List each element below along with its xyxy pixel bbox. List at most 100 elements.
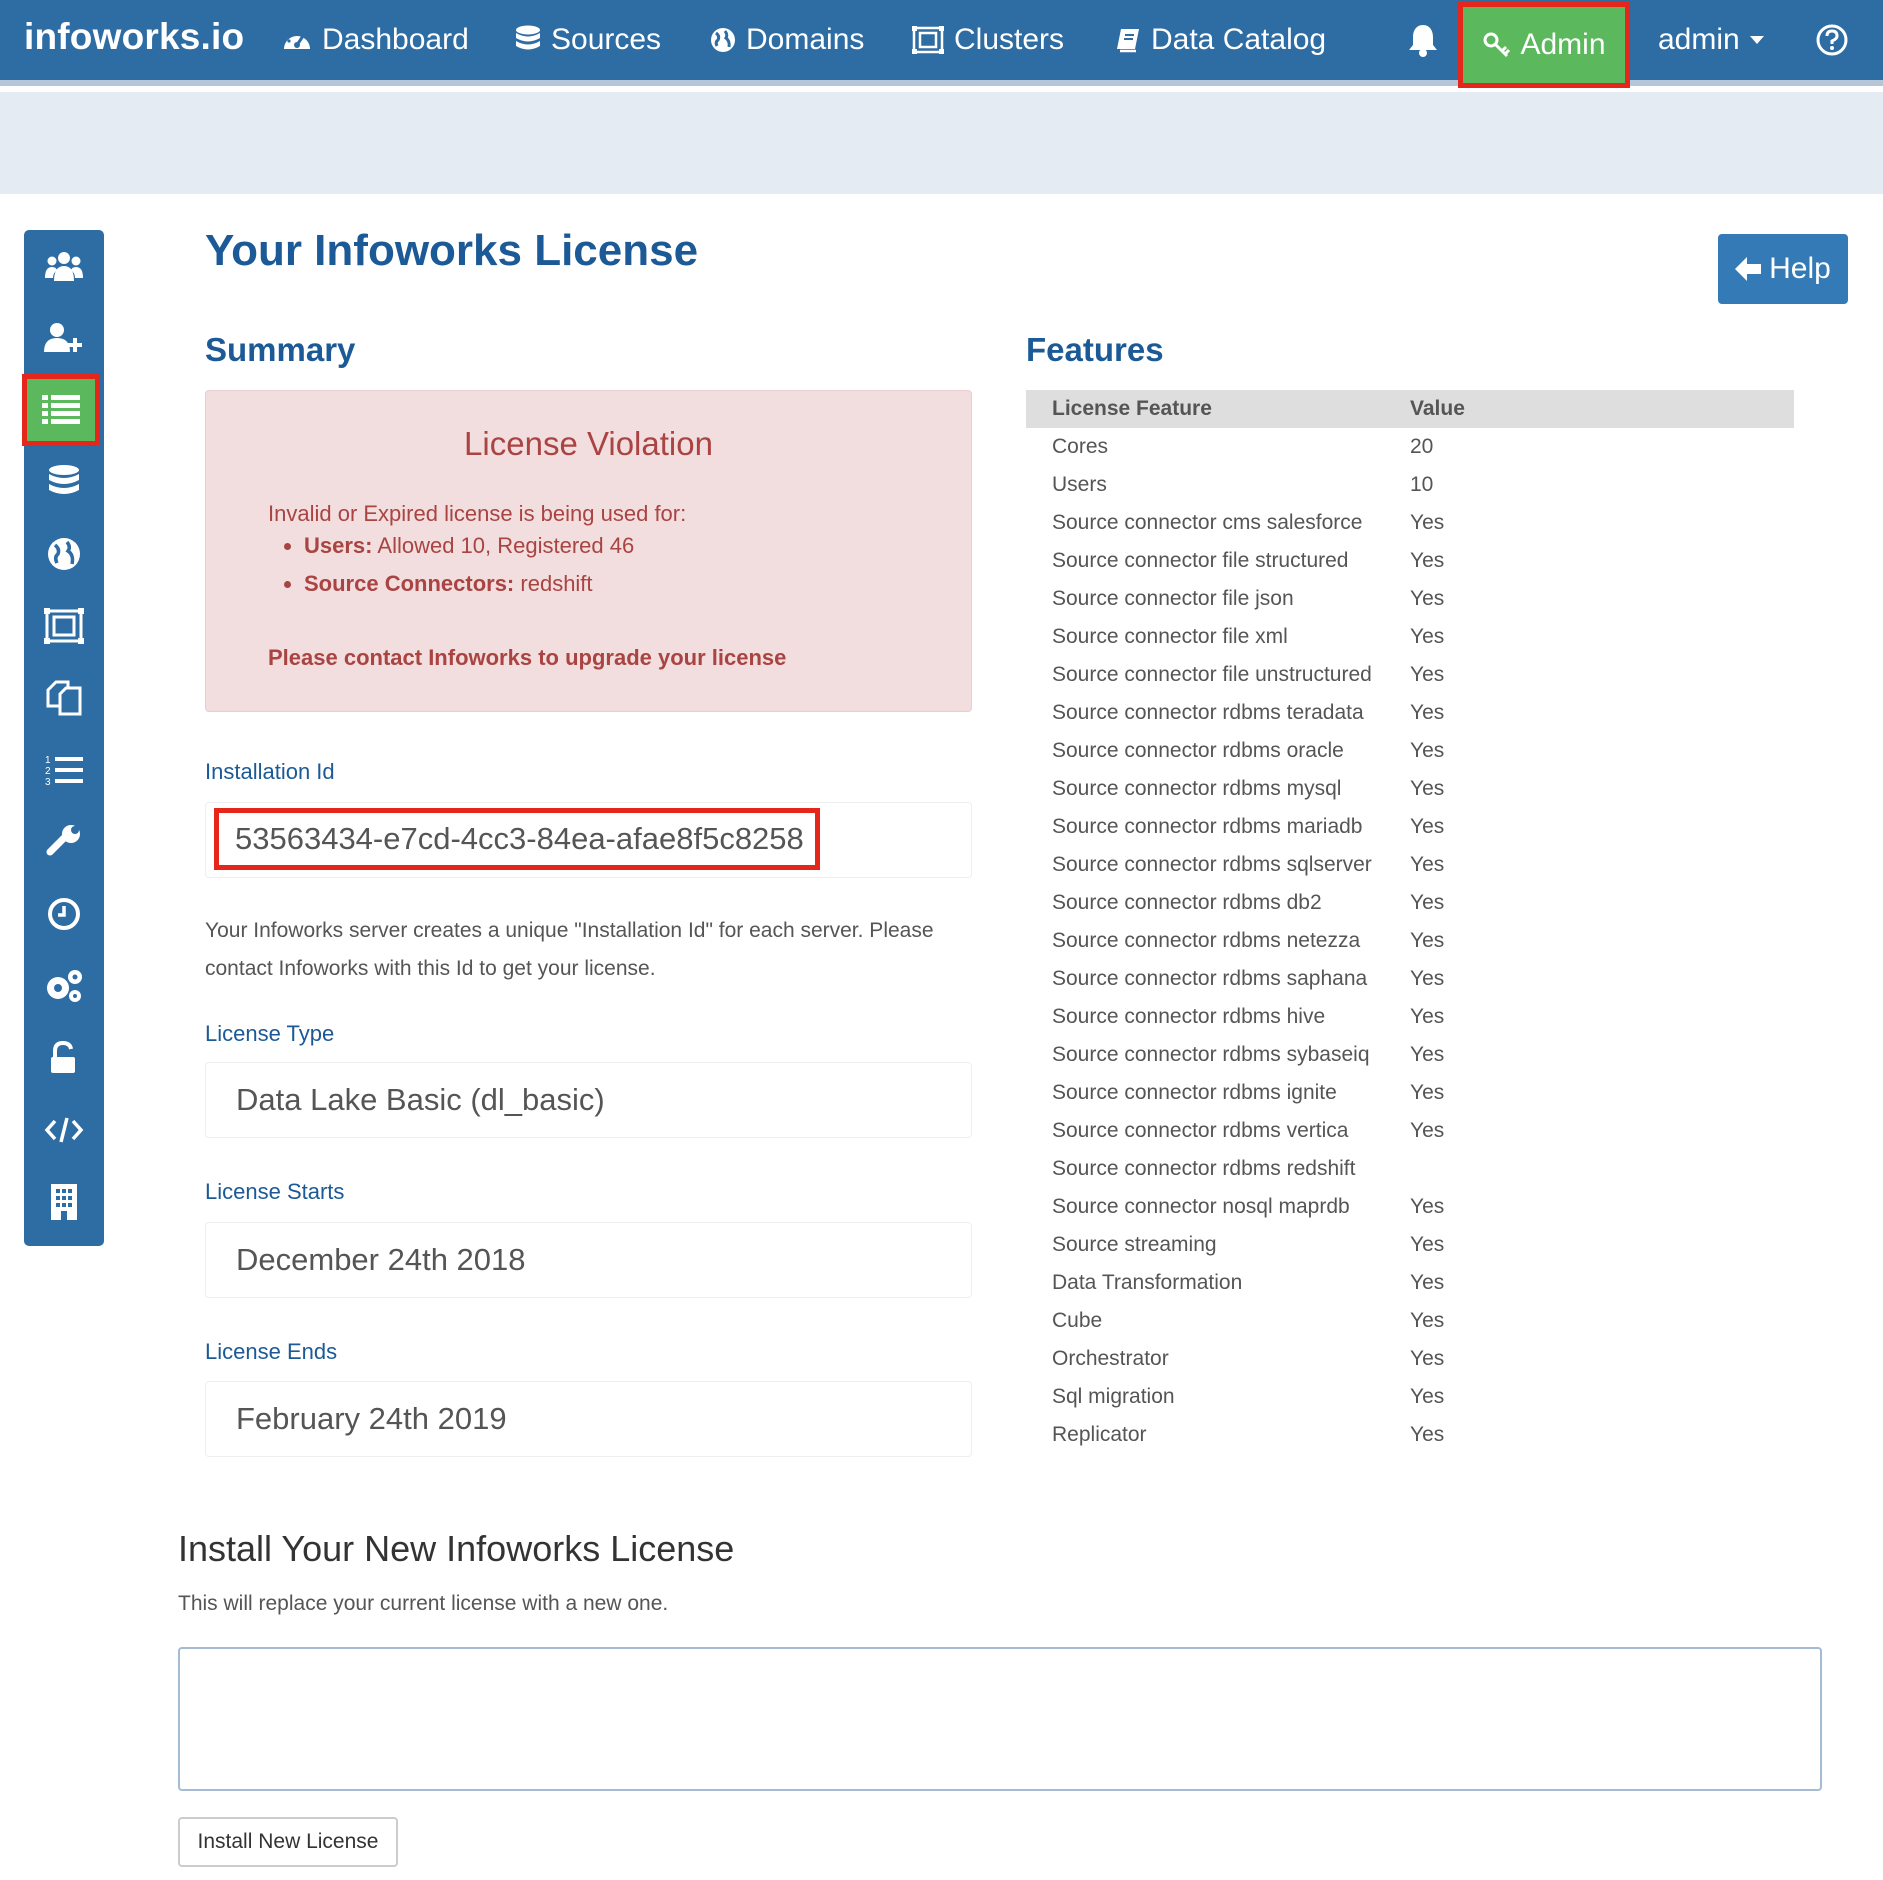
table-row: Cores 20 bbox=[1026, 428, 1794, 466]
nav-admin[interactable]: Admin bbox=[1458, 2, 1630, 88]
sidebar-item-ordered-list[interactable]: 123 bbox=[24, 734, 104, 806]
violation-list: Users: Allowed 10, Registered 46 Source … bbox=[268, 527, 634, 603]
notifications-button[interactable] bbox=[1406, 0, 1450, 80]
sidebar-item-add-user[interactable] bbox=[24, 302, 104, 374]
license-type-label: License Type bbox=[205, 1021, 335, 1046]
table-row: Source connector rdbms saphana Yes bbox=[1026, 960, 1794, 998]
feature-value-cell: Yes bbox=[1410, 1195, 1445, 1218]
nav-dashboard-label: Dashboard bbox=[322, 23, 469, 56]
nav-dashboard[interactable]: Dashboard bbox=[282, 0, 469, 80]
help-menu-button[interactable] bbox=[1816, 0, 1858, 80]
feature-value-cell: Yes bbox=[1410, 777, 1445, 800]
table-row: Source connector file json Yes bbox=[1026, 580, 1794, 618]
brand-logo[interactable]: infoworks.io bbox=[24, 16, 244, 58]
violation-item-label: Source Connectors: bbox=[304, 571, 515, 596]
code-icon bbox=[44, 1115, 84, 1145]
bell-icon bbox=[1406, 22, 1450, 58]
feature-value-cell: Yes bbox=[1410, 891, 1445, 914]
nav-sources[interactable]: Sources bbox=[515, 0, 661, 80]
feature-name-cell: Source connector cms salesforce bbox=[1052, 511, 1363, 534]
feature-value-cell: Yes bbox=[1410, 511, 1445, 534]
table-row: Source connector file unstructured Yes bbox=[1026, 656, 1794, 694]
nav-domains[interactable]: Domains bbox=[710, 0, 864, 80]
nav-clusters[interactable]: Clusters bbox=[912, 0, 1064, 80]
table-row: Source connector rdbms oracle Yes bbox=[1026, 732, 1794, 770]
clock-icon bbox=[47, 897, 81, 931]
feature-value-cell: Yes bbox=[1410, 549, 1445, 572]
table-row: Source connector rdbms db2 Yes bbox=[1026, 884, 1794, 922]
dashboard-icon bbox=[282, 27, 322, 53]
question-circle-icon bbox=[1816, 24, 1858, 56]
feature-name-cell: Source connector rdbms mysql bbox=[1052, 777, 1342, 800]
feature-name-cell: Source connector rdbms oracle bbox=[1052, 739, 1344, 762]
sidebar-item-copy[interactable] bbox=[24, 662, 104, 734]
sidebar-item-license[interactable] bbox=[22, 374, 100, 446]
table-row: Source connector rdbms mariadb Yes bbox=[1026, 808, 1794, 846]
table-row: Orchestrator Yes bbox=[1026, 1340, 1794, 1378]
nav-clusters-label: Clusters bbox=[954, 23, 1065, 56]
table-row: Source connector nosql maprdb Yes bbox=[1026, 1188, 1794, 1226]
sidebar-item-users[interactable] bbox=[24, 230, 104, 302]
sidebar-item-scheduler[interactable] bbox=[24, 878, 104, 950]
add-user-icon bbox=[43, 322, 85, 354]
license-violation-alert: License Violation Invalid or Expired lic… bbox=[205, 390, 972, 712]
feature-name-cell: Source connector file json bbox=[1052, 587, 1294, 610]
nav-data-catalog-label: Data Catalog bbox=[1151, 23, 1327, 56]
sidebar-item-api[interactable] bbox=[24, 1094, 104, 1166]
install-subtitle: This will replace your current license w… bbox=[178, 1592, 669, 1615]
license-starts-label: License Starts bbox=[205, 1179, 345, 1204]
nav-sources-label: Sources bbox=[551, 23, 662, 56]
sidebar-item-security[interactable] bbox=[24, 1022, 104, 1094]
table-row: Users 10 bbox=[1026, 466, 1794, 504]
table-row: Cube Yes bbox=[1026, 1302, 1794, 1340]
globe-icon bbox=[710, 27, 746, 53]
user-menu[interactable]: admin bbox=[1658, 0, 1774, 80]
feature-value-cell: Yes bbox=[1410, 1423, 1445, 1446]
help-button[interactable]: Help bbox=[1718, 234, 1848, 304]
feature-name-cell: Source connector rdbms ignite bbox=[1052, 1081, 1337, 1104]
feature-value-cell: Yes bbox=[1410, 1005, 1445, 1028]
features-table: License Feature Value Cores 20 Users 10 Sour… bbox=[1026, 390, 1794, 1454]
admin-sidebar: 123 bbox=[22, 230, 104, 1246]
unlock-icon bbox=[49, 1041, 79, 1075]
list-icon bbox=[42, 395, 80, 425]
feature-value-cell: Yes bbox=[1410, 625, 1445, 648]
sidebar-item-clusters[interactable] bbox=[24, 590, 104, 662]
database-icon bbox=[48, 464, 80, 500]
feature-value-cell: Yes bbox=[1410, 1385, 1445, 1408]
table-row: Source connector rdbms mysql Yes bbox=[1026, 770, 1794, 808]
sidebar-item-sources[interactable] bbox=[24, 446, 104, 518]
feature-name-cell: Data Transformation bbox=[1052, 1271, 1243, 1294]
database-icon bbox=[515, 25, 551, 55]
nav-data-catalog[interactable]: Data Catalog bbox=[1115, 0, 1326, 80]
feature-value-cell: Yes bbox=[1410, 967, 1445, 990]
violation-text: Invalid or Expired license is being used… bbox=[268, 501, 687, 526]
installation-id-value[interactable]: 53563434-e7cd-4cc3-84ea-afae8f5c8258 bbox=[214, 808, 820, 870]
help-button-label: Help bbox=[1769, 252, 1831, 285]
nav-domains-label: Domains bbox=[746, 23, 865, 56]
feature-name-cell: Replicator bbox=[1052, 1423, 1147, 1446]
sidebar-item-settings[interactable] bbox=[24, 950, 104, 1022]
sidebar-item-tools[interactable] bbox=[24, 806, 104, 878]
license-key-input[interactable] bbox=[178, 1647, 1822, 1791]
installation-id-note: Your Infoworks server creates a unique "… bbox=[205, 919, 934, 980]
user-menu-label: admin bbox=[1658, 23, 1740, 56]
violation-item-connectors: Source Connectors: redshift bbox=[304, 565, 634, 603]
wrench-icon bbox=[46, 824, 82, 860]
sidebar-item-organization[interactable] bbox=[24, 1166, 104, 1238]
table-row: Data Transformation Yes bbox=[1026, 1264, 1794, 1302]
sidebar-item-domains[interactable] bbox=[24, 518, 104, 590]
violation-item-value: Allowed 10, Registered 46 bbox=[377, 533, 635, 558]
features-table-body: Cores 20 Users 10 Source connector cms sales… bbox=[1026, 428, 1794, 1454]
globe-icon bbox=[47, 537, 81, 571]
sub-header-bar bbox=[0, 92, 1883, 194]
feature-name-cell: Users bbox=[1052, 473, 1107, 496]
caret-down-icon bbox=[1749, 36, 1774, 44]
feature-value-cell: Yes bbox=[1410, 739, 1445, 762]
feature-name-cell: Source connector rdbms netezza bbox=[1052, 929, 1361, 952]
feature-value-cell: Yes bbox=[1410, 1043, 1445, 1066]
license-ends-label: License Ends bbox=[205, 1339, 338, 1364]
feature-name-cell: Cores bbox=[1052, 435, 1109, 458]
install-title: Install Your New Infoworks License bbox=[178, 1528, 735, 1569]
install-license-button[interactable]: Install New License bbox=[178, 1817, 398, 1867]
